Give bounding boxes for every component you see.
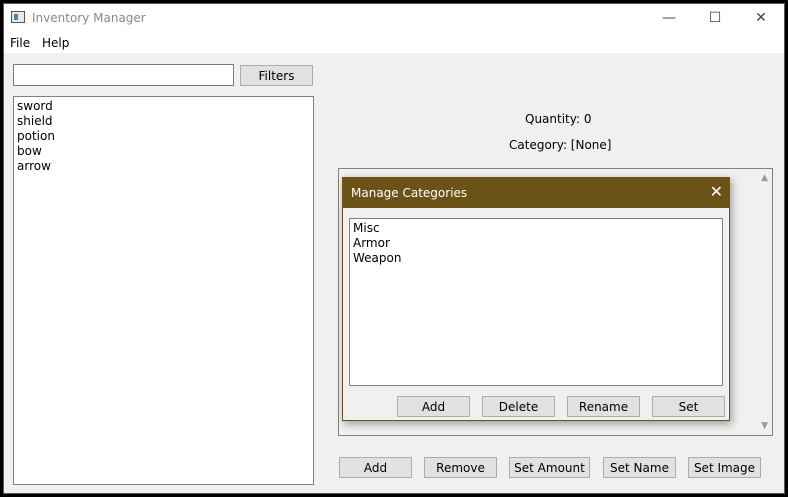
window-title: Inventory Manager [32, 11, 146, 25]
search-input[interactable] [13, 64, 234, 86]
item-list[interactable]: sword shield potion bow arrow [13, 96, 314, 485]
filters-button[interactable]: Filters [240, 65, 313, 86]
set-category-button[interactable]: Set [652, 396, 725, 417]
close-icon[interactable]: ✕ [738, 4, 784, 32]
list-item[interactable]: arrow [17, 159, 51, 174]
scroll-up-icon[interactable]: ▲ [761, 173, 768, 183]
list-item[interactable]: bow [17, 144, 42, 159]
app-icon [11, 11, 25, 23]
category-item[interactable]: Armor [353, 236, 390, 251]
minimize-icon[interactable]: — [646, 4, 692, 32]
scroll-down-icon[interactable]: ▼ [761, 421, 768, 431]
category-list[interactable]: Misc Armor Weapon [349, 218, 723, 386]
rename-category-button[interactable]: Rename [567, 396, 640, 417]
delete-category-button[interactable]: Delete [482, 396, 555, 417]
category-item[interactable]: Misc [353, 221, 380, 236]
dialog-title-bar[interactable]: Manage Categories ✕ [343, 178, 729, 208]
menu-bar: File Help [4, 32, 784, 53]
menu-file[interactable]: File [10, 36, 30, 50]
list-item[interactable]: shield [17, 114, 53, 129]
list-item[interactable]: potion [17, 129, 55, 144]
set-image-button[interactable]: Set Image [688, 457, 761, 478]
dialog-close-icon[interactable]: ✕ [710, 182, 723, 201]
title-bar[interactable]: Inventory Manager — ☐ ✕ [4, 4, 784, 32]
category-label: Category: [None] [509, 138, 612, 152]
manage-categories-dialog: Manage Categories ✕ Misc Armor Weapon Ad… [342, 177, 730, 421]
remove-item-button[interactable]: Remove [424, 457, 497, 478]
add-category-button[interactable]: Add [397, 396, 470, 417]
category-item[interactable]: Weapon [353, 251, 401, 266]
set-name-button[interactable]: Set Name [603, 457, 676, 478]
add-item-button[interactable]: Add [339, 457, 412, 478]
quantity-label: Quantity: 0 [525, 112, 592, 126]
maximize-icon[interactable]: ☐ [692, 4, 738, 32]
list-item[interactable]: sword [17, 99, 53, 114]
dialog-title: Manage Categories [351, 186, 468, 200]
menu-help[interactable]: Help [42, 36, 69, 50]
set-amount-button[interactable]: Set Amount [509, 457, 590, 478]
